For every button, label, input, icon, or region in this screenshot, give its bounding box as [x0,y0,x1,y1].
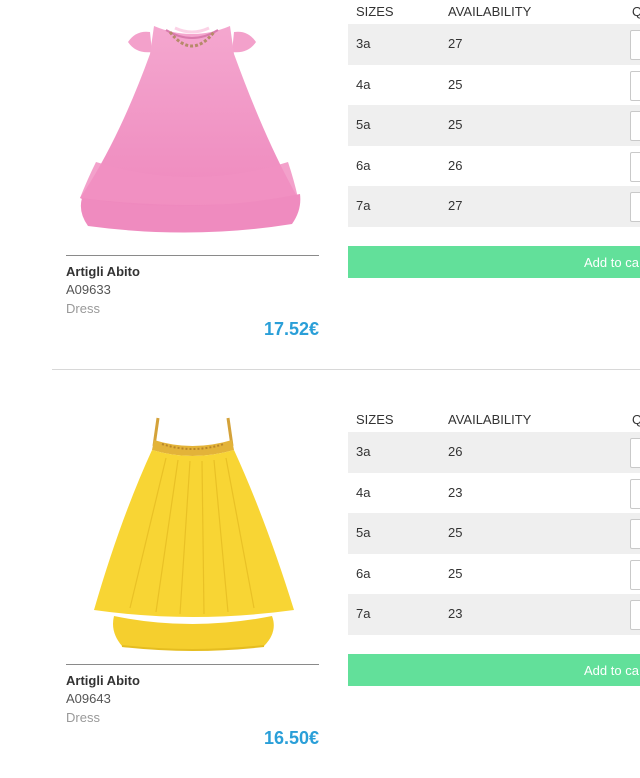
table-row: 4a 25 [348,65,640,106]
size-cell: 6a [356,157,371,173]
quantity-input[interactable] [630,111,640,142]
product-card-1: Artigli Abito A09633 Dress 17.52€ SIZES … [0,0,640,370]
size-cell: 5a [356,525,371,541]
table-header: SIZES AVAILABILITY Q [348,0,640,24]
quantity-input[interactable] [630,559,640,590]
quantity-input[interactable] [630,192,640,223]
yellow-dress-illustration [94,417,294,651]
table-row: 4a 23 [348,473,640,514]
product-card-2: Artigli Abito A09643 Dress 16.50€ SIZES … [0,408,640,778]
product-type: Dress [66,710,100,725]
header-availability: AVAILABILITY [448,4,532,19]
size-cell: 3a [356,444,371,459]
header-sizes: SIZES [356,412,394,427]
table-row: 3a 26 [348,432,640,473]
table-row: 5a 25 [348,105,640,146]
table-header: SIZES AVAILABILITY Q [348,408,640,432]
availability-cell: 23 [448,484,463,500]
size-availability-table: SIZES AVAILABILITY Q 3a 26 4a 23 5a 25 6… [348,408,640,686]
size-cell: 3a [356,36,371,51]
size-cell: 4a [356,484,371,500]
size-cell: 4a [356,76,371,92]
product-info: Artigli Abito A09643 Dress 16.50€ [66,664,319,748]
size-availability-table: SIZES AVAILABILITY Q 3a 27 4a 25 5a 25 6… [348,0,640,278]
product-image-pink-dress[interactable] [66,2,318,252]
table-row: 3a 27 [348,24,640,65]
table-row: 6a 26 [348,146,640,187]
availability-cell: 25 [448,117,463,133]
product-type: Dress [66,301,100,316]
availability-cell: 25 [448,525,463,541]
table-row: 5a 25 [348,513,640,554]
availability-cell: 25 [448,76,463,92]
availability-cell: 27 [448,36,463,51]
product-image-yellow-dress[interactable] [66,410,318,660]
table-row: 6a 25 [348,554,640,595]
add-to-cart-button[interactable]: Add to ca [348,654,640,686]
size-cell: 5a [356,117,371,133]
quantity-input[interactable] [630,151,640,182]
table-row: 7a 23 [348,594,640,635]
product-price: 17.52€ [263,319,319,339]
size-cell: 6a [356,565,371,581]
availability-cell: 23 [448,606,463,622]
header-quantity: Q [632,4,640,19]
availability-cell: 26 [448,157,463,173]
size-cell: 7a [356,198,371,214]
product-name[interactable]: Artigli Abito [66,264,319,280]
product-price: 16.50€ [263,728,319,748]
size-cell: 7a [356,606,371,622]
product-divider [52,369,640,370]
quantity-input[interactable] [630,519,640,550]
header-availability: AVAILABILITY [448,412,532,427]
add-to-cart-label: Add to ca [584,663,639,678]
product-name[interactable]: Artigli Abito [66,673,319,689]
quantity-input[interactable] [630,438,640,468]
availability-cell: 25 [448,565,463,581]
header-sizes: SIZES [356,4,394,19]
quantity-input[interactable] [630,70,640,101]
table-row: 7a 27 [348,186,640,227]
product-info: Artigli Abito A09633 Dress 17.52€ [66,255,319,339]
pink-dress-illustration [80,26,301,233]
quantity-input[interactable] [630,600,640,631]
quantity-input[interactable] [630,478,640,509]
product-code: A09643 [66,691,111,706]
add-to-cart-button[interactable]: Add to ca [348,246,640,278]
availability-cell: 26 [448,444,463,459]
quantity-input[interactable] [630,30,640,60]
product-code: A09633 [66,282,111,297]
add-to-cart-label: Add to ca [584,255,639,270]
header-quantity: Q [632,412,640,427]
availability-cell: 27 [448,198,463,214]
